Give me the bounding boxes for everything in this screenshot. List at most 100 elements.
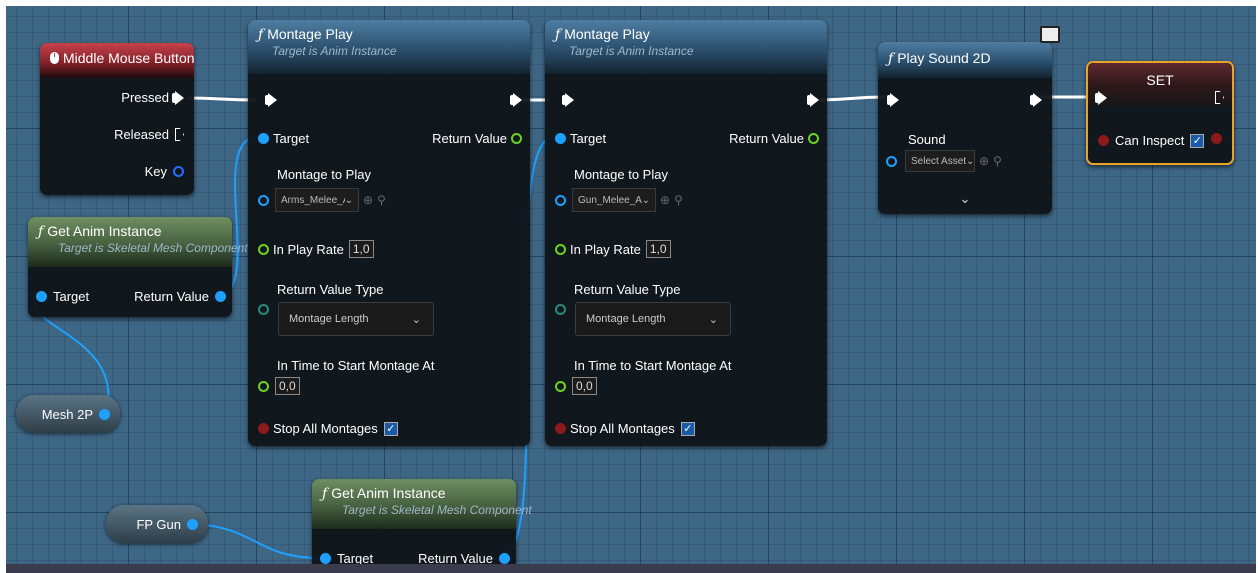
montage-1-return-pin[interactable]: Return Value — [432, 131, 522, 146]
set-exec-out[interactable] — [1215, 91, 1224, 104]
montage-2-target-pin[interactable]: Target — [555, 131, 606, 146]
object-pin-icon[interactable] — [258, 133, 269, 144]
object-pin-icon[interactable] — [320, 553, 331, 564]
montage-2-return-pin[interactable]: Return Value — [729, 131, 819, 146]
montage-2-play-rate-pin[interactable]: In Play Rate 1,0 — [555, 240, 671, 258]
object-pin-icon[interactable] — [555, 194, 566, 206]
montage-1-target-pin[interactable]: Target — [258, 131, 309, 146]
object-pin-icon[interactable] — [215, 291, 226, 302]
in-time-input[interactable]: 0,0 — [572, 377, 597, 395]
pressed-pin[interactable]: Pressed — [121, 90, 184, 105]
browse-search-icon[interactable]: ⚲ — [674, 193, 683, 207]
play-rate-input[interactable]: 1,0 — [645, 240, 671, 258]
montage-1-asset-pin[interactable]: Arms_Melee_At ⌄ ⊕ ⚲ — [258, 188, 386, 212]
exec-in-icon[interactable] — [1095, 91, 1107, 105]
float-pin-icon[interactable] — [555, 243, 566, 255]
exec-in-icon[interactable] — [562, 93, 574, 107]
montage-2-stop-all-pin[interactable]: Stop All Montages ✓ — [555, 421, 695, 436]
browse-search-icon[interactable]: ⚲ — [993, 154, 1002, 168]
montage-play-node-2[interactable]: ƒ Montage Play Target is Anim Instance Ta… — [545, 20, 827, 446]
montage-1-stop-all-pin[interactable]: Stop All Montages ✓ — [258, 421, 398, 436]
enum-pin-icon[interactable] — [555, 304, 566, 315]
montage-2-exec-in[interactable] — [562, 93, 574, 107]
play-rate-input[interactable]: 1,0 — [348, 240, 374, 258]
montage-to-play-label-row: Montage to Play — [574, 167, 668, 182]
sound-asset-pin[interactable]: Select Asset ⌄ ⊕ ⚲ — [886, 150, 1002, 172]
montage-1-return-type-pin[interactable] — [258, 304, 269, 315]
montage-1-exec-out[interactable] — [510, 93, 522, 107]
return-value-type-dropdown[interactable]: Montage Length ⌄ — [278, 302, 434, 336]
in-time-input[interactable]: 0,0 — [275, 377, 300, 395]
exec-out-icon[interactable] — [1030, 93, 1042, 107]
exec-out-icon[interactable] — [172, 90, 184, 105]
chevron-down-icon: ⌄ — [708, 313, 718, 326]
return-value-type-dropdown[interactable]: Montage Length ⌄ — [575, 302, 731, 336]
pressed-label: Pressed — [121, 90, 169, 105]
montage-asset-combo[interactable]: Gun_Melee_Att ⌄ — [572, 188, 656, 212]
released-pin[interactable]: Released — [114, 127, 184, 142]
browse-search-icon[interactable]: ⚲ — [377, 193, 386, 207]
exec-out-hollow-icon[interactable] — [1215, 91, 1224, 104]
object-pin-icon[interactable] — [36, 291, 47, 302]
montage-2-exec-out[interactable] — [807, 93, 819, 107]
key-pin[interactable]: Key — [145, 164, 184, 179]
montage-1-play-rate-pin[interactable]: In Play Rate 1,0 — [258, 240, 374, 258]
set-header: SET — [1088, 63, 1232, 106]
exec-in-icon[interactable] — [887, 93, 899, 107]
object-pin-icon[interactable] — [99, 408, 110, 420]
get-anim-1-return-pin[interactable]: Return Value — [134, 289, 226, 304]
bool-pin-icon[interactable] — [555, 423, 566, 434]
montage-1-header: ƒ Montage Play Target is Anim Instance — [248, 20, 530, 74]
play-sound-2d-node[interactable]: ƒ Play Sound 2D Sound Select Asset ⌄ ⊕ ⚲ … — [878, 26, 1060, 214]
montage-asset-combo[interactable]: Arms_Melee_At ⌄ — [275, 188, 359, 212]
object-pin-icon[interactable] — [886, 155, 897, 167]
set-can-inspect-pin[interactable]: Can Inspect ✓ — [1098, 133, 1205, 148]
montage-1-in-time-pin[interactable]: 0,0 — [258, 377, 300, 395]
montage-play-node-1[interactable]: ƒ Montage Play Target is Anim Instance Ta… — [248, 20, 530, 446]
float-pin-icon[interactable] — [808, 133, 819, 144]
use-selected-icon[interactable]: ⊕ — [363, 193, 373, 207]
float-pin-icon[interactable] — [555, 380, 566, 392]
exec-in-icon[interactable] — [265, 93, 277, 107]
enum-pin-icon[interactable] — [258, 304, 269, 315]
get-anim-2-target-pin[interactable]: Target — [320, 551, 373, 564]
use-selected-icon[interactable]: ⊕ — [660, 193, 670, 207]
get-anim-1-target-pin[interactable]: Target — [36, 289, 89, 304]
sound-asset-combo[interactable]: Select Asset ⌄ — [905, 150, 975, 172]
exec-out-icon[interactable] — [510, 93, 522, 107]
blueprint-graph-canvas[interactable]: Middle Mouse Button Pressed Released Key… — [6, 6, 1256, 564]
montage-1-exec-in[interactable] — [265, 93, 277, 107]
use-selected-icon[interactable]: ⊕ — [979, 154, 989, 168]
get-anim-2-return-pin[interactable]: Return Value — [418, 551, 510, 564]
object-pin-icon[interactable] — [555, 133, 566, 144]
mesh-2p-variable-node[interactable]: Mesh 2P — [16, 395, 120, 433]
get-anim-instance-node-2[interactable]: ƒ Get Anim Instance Target is Skeletal Me… — [312, 479, 532, 564]
object-pin-icon[interactable] — [258, 194, 269, 206]
exec-out-hollow-icon[interactable] — [175, 128, 184, 141]
can-inspect-checkbox[interactable]: ✓ — [1190, 133, 1205, 148]
struct-pin-icon[interactable] — [173, 166, 184, 177]
float-pin-icon[interactable] — [511, 133, 522, 144]
bool-pin-icon[interactable] — [1211, 133, 1222, 144]
play-sound-exec-out[interactable] — [1030, 93, 1042, 107]
montage-2-asset-pin[interactable]: Gun_Melee_Att ⌄ ⊕ ⚲ — [555, 188, 683, 212]
set-output-pin[interactable] — [1211, 133, 1222, 144]
stop-all-checkbox[interactable]: ✓ — [680, 421, 695, 436]
advanced-expand-chevron-icon[interactable]: ⌄ — [878, 191, 1052, 207]
object-pin-icon[interactable] — [187, 518, 198, 530]
exec-out-icon[interactable] — [807, 93, 819, 107]
bool-pin-icon[interactable] — [258, 423, 269, 434]
set-exec-in[interactable] — [1095, 91, 1107, 105]
play-sound-exec-in[interactable] — [887, 93, 899, 107]
get-anim-instance-node-1[interactable]: ƒ Get Anim Instance Target is Skeletal Me… — [28, 217, 248, 317]
montage-2-return-type-pin[interactable] — [555, 304, 566, 315]
object-pin-icon[interactable] — [499, 553, 510, 564]
middle-mouse-button-node[interactable]: Middle Mouse Button Pressed Released Key — [40, 43, 195, 195]
montage-2-in-time-pin[interactable]: 0,0 — [555, 377, 597, 395]
bool-pin-icon[interactable] — [1098, 135, 1109, 146]
float-pin-icon[interactable] — [258, 243, 269, 255]
float-pin-icon[interactable] — [258, 380, 269, 392]
fp-gun-variable-node[interactable]: FP Gun — [106, 505, 208, 543]
stop-all-checkbox[interactable]: ✓ — [383, 421, 398, 436]
set-can-inspect-node[interactable]: SET Can Inspect ✓ — [1086, 61, 1234, 165]
